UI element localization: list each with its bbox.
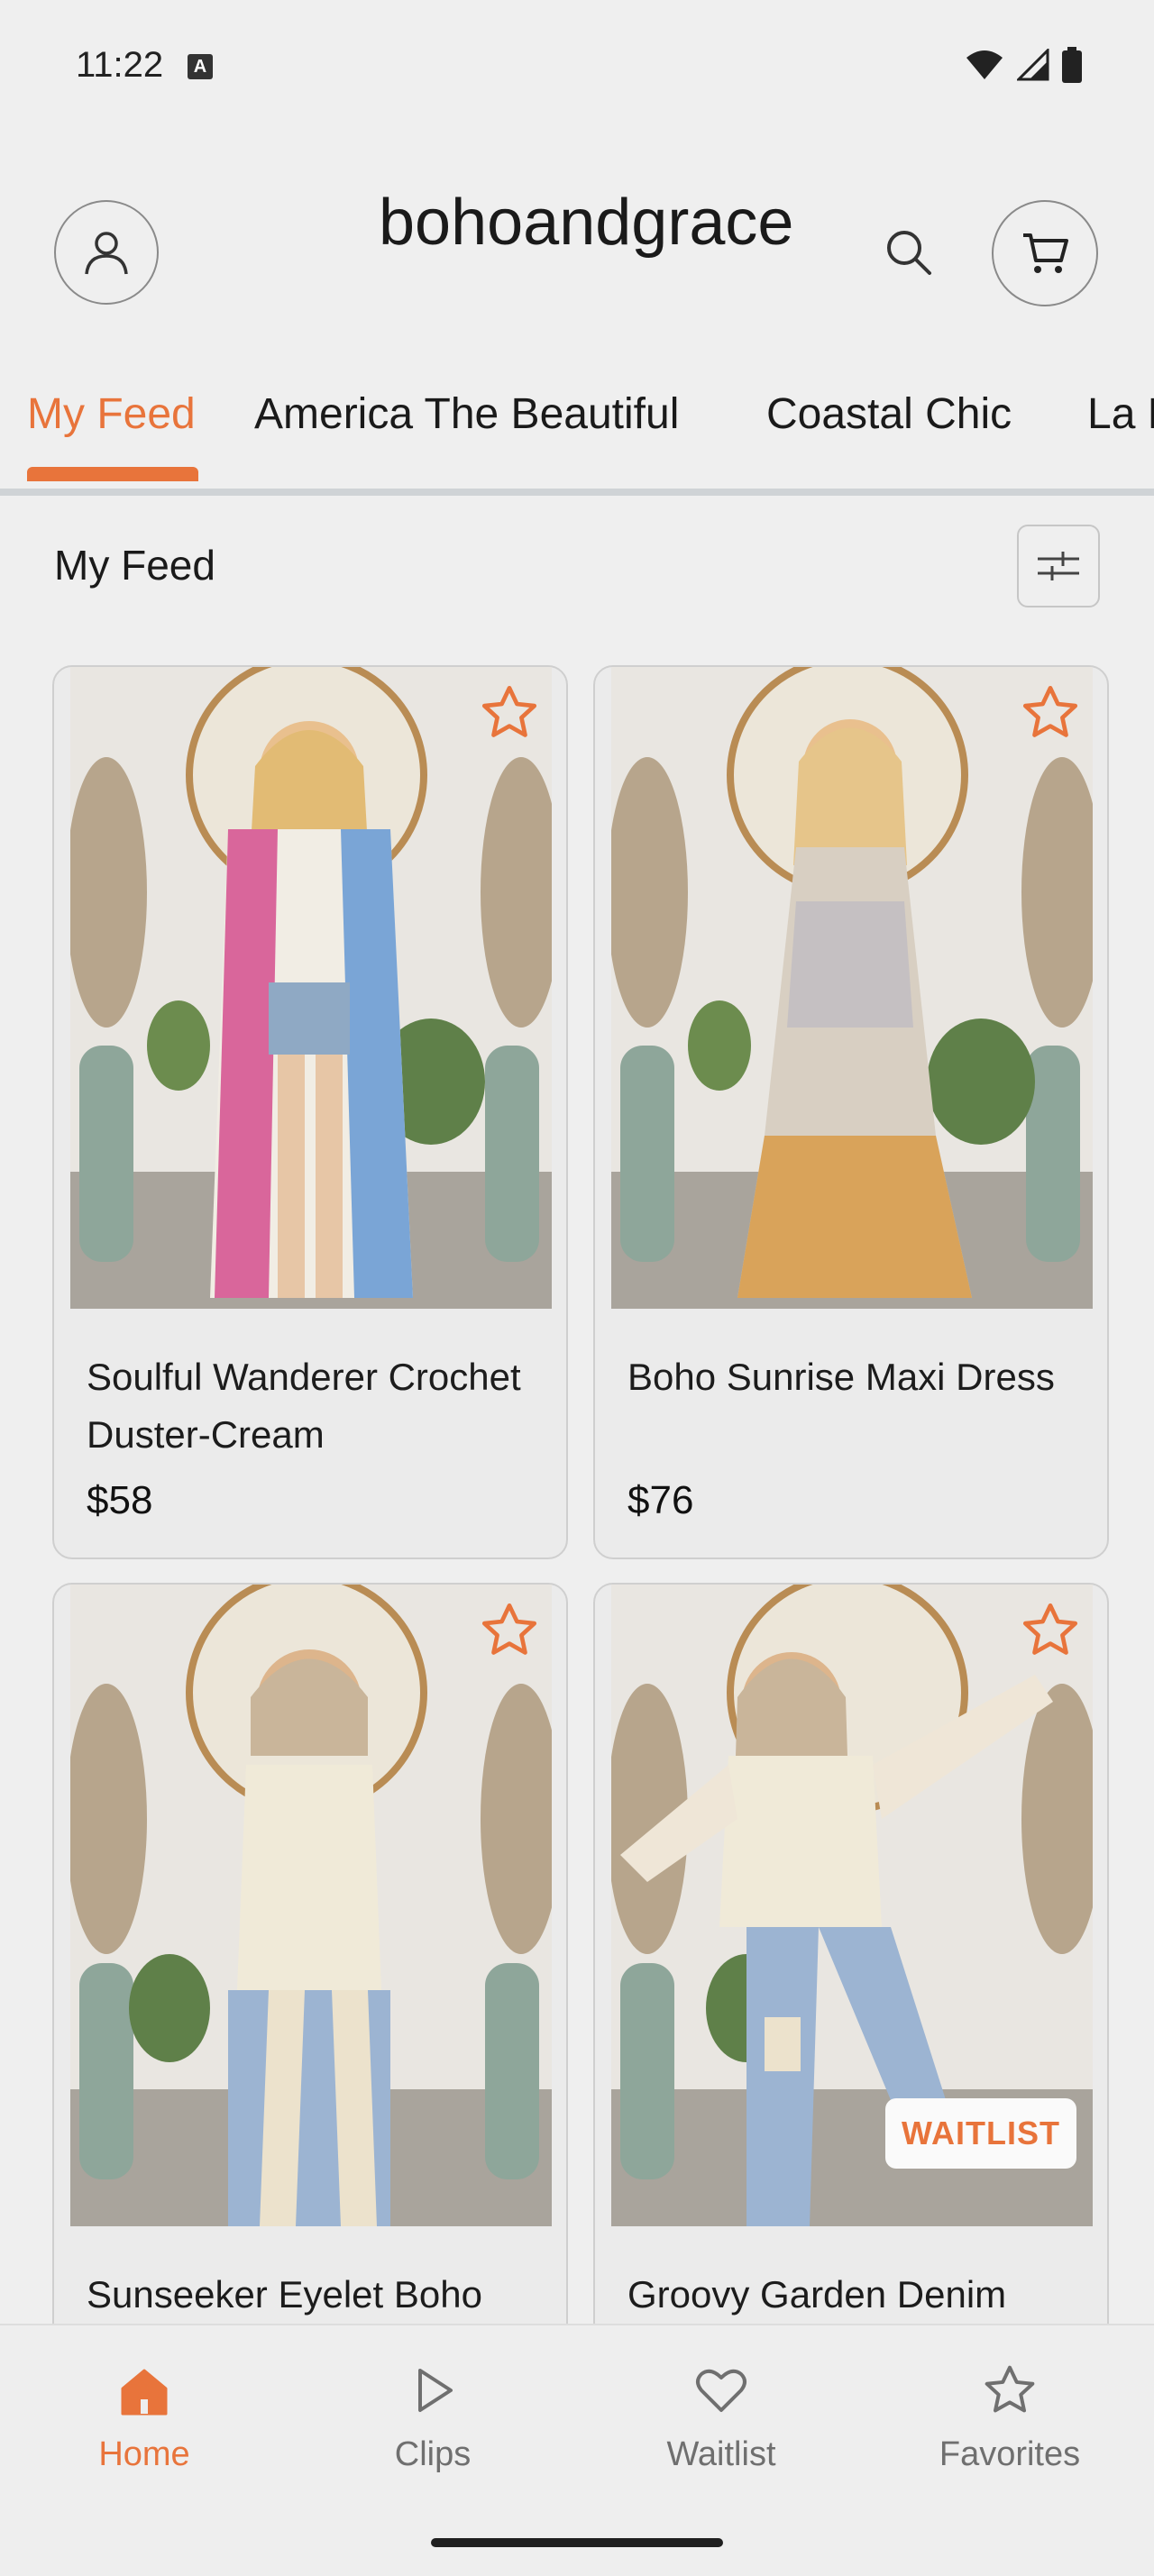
feed-header: My Feed [0,505,1154,622]
account-button[interactable] [54,200,159,305]
store-title: bohoandgrace [379,187,794,259]
nav-favorites-label: Favorites [939,2435,1081,2473]
app-header: bohoandgrace [0,171,1154,352]
tab-america-the-beautiful[interactable]: America The Beautiful [254,389,679,439]
product-name: Sunseeker Eyelet Boho [87,2273,482,2316]
product-card[interactable]: Boho Sunrise Maxi Dress $76 [593,665,1109,1559]
star-outline-icon[interactable] [1019,681,1082,744]
user-icon [85,232,128,275]
active-tab-indicator [27,467,198,481]
heart-icon [696,2369,746,2412]
play-icon [418,2369,453,2412]
product-price: $58 [87,1478,153,1522]
product-image[interactable] [70,667,552,1309]
product-image[interactable]: WAITLIST [611,1585,1093,2226]
star-icon [985,2365,1035,2413]
gesture-bar[interactable] [431,2538,723,2547]
product-name: Groovy Garden Denim [627,2273,1007,2316]
cart-button[interactable] [992,200,1098,306]
search-icon [887,231,931,275]
feed-title: My Feed [54,542,215,589]
star-outline-icon[interactable] [478,1599,541,1662]
battery-icon [1062,47,1082,83]
product-card[interactable]: Soulful Wanderer Crochet Duster-Cream $5… [52,665,568,1559]
signal-icon [1017,49,1049,81]
product-card[interactable]: Sunseeker Eyelet Boho [52,1583,568,2394]
sliders-icon [1038,552,1079,580]
nav-waitlist-label: Waitlist [666,2435,776,2473]
product-price: $76 [627,1478,694,1522]
wifi-icon [966,50,1003,79]
cart-icon [1023,233,1068,273]
star-outline-icon[interactable] [1019,1599,1082,1662]
nav-home[interactable]: Home [54,2361,234,2474]
search-button[interactable] [884,227,934,278]
status-time: 11:22 [76,45,164,85]
home-icon [121,2369,168,2416]
product-card[interactable]: WAITLIST Groovy Garden Denim [593,1583,1109,2394]
tab-my-feed[interactable]: My Feed [27,389,196,439]
nav-clips-label: Clips [394,2435,472,2473]
product-image[interactable] [611,667,1093,1309]
nav-home-label: Home [98,2435,190,2473]
product-image[interactable] [70,1585,552,2226]
product-name: Soulful Wanderer Crochet Duster-Cream [87,1356,521,1456]
collection-tabs: My Feed America The Beautiful Coastal Ch… [0,370,1154,496]
nav-favorites[interactable]: Favorites [920,2361,1100,2474]
star-outline-icon[interactable] [478,681,541,744]
nav-waitlist[interactable]: Waitlist [631,2361,811,2474]
product-name: Boho Sunrise Maxi Dress [627,1356,1055,1398]
waitlist-badge: WAITLIST [885,2098,1076,2169]
notification-icon: A [188,54,213,79]
nav-clips[interactable]: Clips [343,2361,523,2474]
bottom-navigation: Home Clips Waitlist Favorites [0,2324,1154,2576]
status-icons [965,47,1082,83]
filter-button[interactable] [1017,525,1100,607]
status-bar: 11:22 A [0,0,1154,135]
tab-la-f[interactable]: La F [1087,389,1154,439]
tab-coastal-chic[interactable]: Coastal Chic [766,389,1012,439]
